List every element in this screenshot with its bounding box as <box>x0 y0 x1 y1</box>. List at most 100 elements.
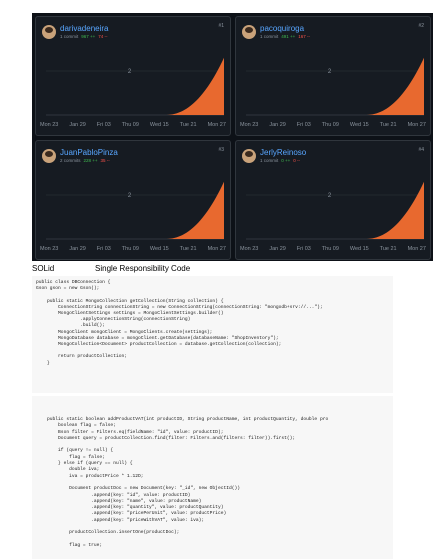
x-tick-label: Thu 09 <box>121 122 139 128</box>
x-tick-label: Fri 03 <box>296 246 311 252</box>
x-tick-label: Thu 09 <box>121 246 139 252</box>
avatar[interactable] <box>42 25 56 39</box>
code-line: .build(); <box>36 323 105 329</box>
x-tick-label: Wed 15 <box>149 246 169 252</box>
x-tick-label: Mon 27 <box>207 246 226 252</box>
contributor-name-link[interactable]: darivadeneira <box>60 24 108 33</box>
x-tick-label: Tue 21 <box>179 122 197 128</box>
deletions-count: 167 -- <box>298 34 311 39</box>
deletions-count: 0 -- <box>293 158 301 163</box>
commit-area <box>46 57 224 115</box>
rank-label: #4 <box>418 147 424 153</box>
y-tick-label: 2 <box>328 69 332 75</box>
code-line: Document query = productCollection.find(… <box>36 435 296 441</box>
x-tick-label: Jan 29 <box>269 122 286 128</box>
contributor-card: darivadeneira 1 commit 967 ++ 74 -- #1 2 Mon 2… <box>35 16 231 136</box>
code-line: public static boolean addProductVAT(int … <box>36 416 329 422</box>
commit-count-link[interactable]: 1 commit <box>60 34 78 39</box>
commit-area <box>246 57 424 115</box>
x-tick-label: Fri 03 <box>96 122 111 128</box>
x-axis-ticks: Mon 23 Jan 29 Fri 03 Thu 09 Wed 15 Tue 21 Mon … <box>40 122 226 128</box>
code-line: double iva; <box>36 467 100 473</box>
code-separator <box>32 393 393 396</box>
contribution-chart: 2 <box>46 181 224 240</box>
contributor-name-link[interactable]: JerlyReinoso <box>260 148 306 157</box>
rank-label: #2 <box>418 23 424 29</box>
x-tick-label: Mon 27 <box>407 246 426 252</box>
x-tick-label: Mon 27 <box>207 122 226 128</box>
contribution-chart: 2 <box>246 57 424 116</box>
section-labels: SOLid Single Responsibility Code <box>32 263 433 274</box>
avatar[interactable] <box>242 25 256 39</box>
x-tick-label: Fri 03 <box>296 122 311 128</box>
y-tick-label: 2 <box>128 193 132 199</box>
x-tick-label: Tue 21 <box>379 122 397 128</box>
x-tick-label: Thu 09 <box>321 122 339 128</box>
additions-count: 0 ++ <box>281 158 291 163</box>
contributor-name-link[interactable]: JuanPabloPinza <box>60 148 118 157</box>
rank-label: #3 <box>218 147 224 153</box>
x-tick-label: Wed 15 <box>349 246 369 252</box>
avatar[interactable] <box>42 149 56 163</box>
code-line: return productCollection; <box>36 354 127 360</box>
code-line: Gson gson = new Gson(); <box>36 286 100 292</box>
deletions-count: 74 -- <box>98 34 108 39</box>
x-tick-label: Mon 23 <box>240 246 259 252</box>
code-line: Bson filter = Filters.eq(fieldName: "id"… <box>36 429 224 435</box>
code-line: .append(key: "priceWithVAT", value: iva)… <box>36 517 205 523</box>
commit-area <box>46 181 224 239</box>
contributor-card: pacoquiroga 1 commit 491 ++ 167 -- #2 2 Mon 23… <box>235 16 431 136</box>
contributor-card: JuanPabloPinza 2 commits 228 ++ 35 -- #3 2 Mon… <box>35 140 231 260</box>
commit-count-link[interactable]: 2 commits <box>60 158 81 163</box>
contributor-name-link[interactable]: pacoquiroga <box>260 24 304 33</box>
code-line: ConnectionString connectionString = new … <box>36 304 323 310</box>
code-line: boolean flag = false; <box>36 423 116 429</box>
solid-label: SOLid <box>32 264 55 273</box>
x-axis-ticks: Mon 23 Jan 29 Fri 03 Thu 09 Wed 15 Tue 21 Mon … <box>240 246 426 252</box>
principle-label: Single Responsibility Code <box>95 264 191 273</box>
code-screenshot: public class DBConnection {Gson gson = n… <box>32 276 393 559</box>
rank-label: #1 <box>218 23 224 29</box>
code-line: } <box>36 360 50 366</box>
code-line: .append(key: "name", value: productName) <box>36 498 202 504</box>
additions-count: 967 ++ <box>81 34 96 39</box>
code-line: MongoClient mongoClient = MongoClients.c… <box>36 329 213 335</box>
commit-count-link[interactable]: 1 commit <box>260 34 278 39</box>
code-line: public static MongoCollection getCollect… <box>36 298 224 304</box>
y-tick-label: 2 <box>328 193 332 199</box>
x-axis-ticks: Mon 23 Jan 29 Fri 03 Thu 09 Wed 15 Tue 21 Mon … <box>40 246 226 252</box>
code-line: MongoCollection<Document> productCollect… <box>36 342 282 347</box>
commit-area <box>246 181 424 239</box>
x-axis-ticks: Mon 23 Jan 29 Fri 03 Thu 09 Wed 15 Tue 21 Mon … <box>240 122 426 128</box>
contribution-chart: 2 <box>246 181 424 240</box>
code-line: flag = true; <box>36 542 103 548</box>
x-tick-label: Jan 29 <box>69 246 86 252</box>
contributor-stats: 1 commit 967 ++ 74 -- <box>60 34 108 39</box>
x-tick-label: Jan 29 <box>69 122 86 128</box>
additions-count: 228 ++ <box>83 158 98 163</box>
x-tick-label: Wed 15 <box>149 122 169 128</box>
code-line: MongoDatabase database = mongoClient.get… <box>36 335 279 341</box>
code-line: .append(key: "id", value: productID) <box>36 492 191 498</box>
code-line: Document productDoc = new Document(key: … <box>36 486 240 492</box>
x-tick-label: Tue 21 <box>179 246 197 252</box>
x-tick-label: Mon 27 <box>407 122 426 128</box>
x-tick-label: Jan 29 <box>269 246 286 252</box>
x-tick-label: Wed 15 <box>349 122 369 128</box>
commit-count-link[interactable]: 1 commit <box>260 158 278 163</box>
code-line: productCollection.insertOne(productDoc); <box>36 530 180 536</box>
contributors-panel: darivadeneira 1 commit 967 ++ 74 -- #1 2 Mon 2… <box>32 13 433 261</box>
x-tick-label: Thu 09 <box>321 246 339 252</box>
x-tick-label: Mon 23 <box>40 122 59 128</box>
code-line: if (query != null) { <box>36 448 114 454</box>
deletions-count: 35 -- <box>100 158 110 163</box>
contributor-stats: 1 commit 0 ++ 0 -- <box>260 158 300 163</box>
contributor-card: JerlyReinoso 1 commit 0 ++ 0 -- #4 2 Mon 23 Jan… <box>235 140 431 260</box>
code-line: .append(key: "pricePerUnit", value: prod… <box>36 511 227 517</box>
avatar[interactable] <box>242 149 256 163</box>
x-tick-label: Mon 23 <box>40 246 59 252</box>
additions-count: 491 ++ <box>281 34 296 39</box>
x-tick-label: Fri 03 <box>96 246 111 252</box>
contribution-chart: 2 <box>46 57 224 116</box>
code-line: flag = false; <box>36 454 105 460</box>
